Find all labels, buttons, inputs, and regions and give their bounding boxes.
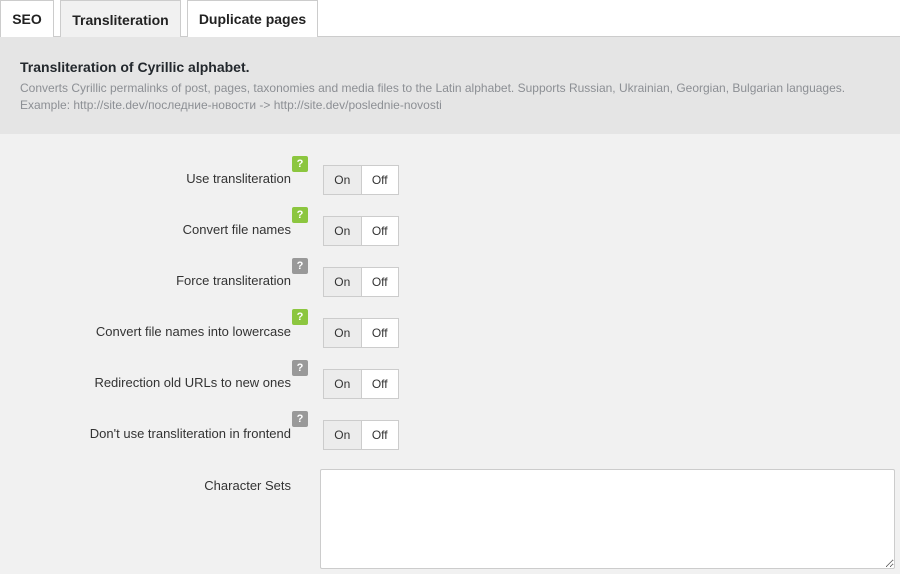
on-off-toggle[interactable]: On Off: [323, 420, 399, 450]
toggle-on-option[interactable]: On: [324, 370, 362, 398]
setting-row-force-transliteration: Force transliteration ? On Off: [0, 258, 900, 297]
setting-row-redirect-old-urls: Redirection old URLs to new ones ? On Of…: [0, 360, 900, 399]
toggle-off-option[interactable]: Off: [362, 166, 399, 194]
setting-label: Use transliteration: [186, 171, 291, 186]
help-icon[interactable]: ?: [292, 258, 308, 274]
tab-seo[interactable]: SEO: [0, 0, 54, 37]
help-icon[interactable]: ?: [292, 156, 308, 172]
tab-transliteration[interactable]: Transliteration: [60, 0, 181, 38]
setting-row-convert-file-names: Convert file names ? On Off: [0, 207, 900, 246]
tab-bar: SEO Transliteration Duplicate pages: [0, 0, 900, 38]
setting-label: Force transliteration: [176, 273, 291, 288]
toggle-on-option[interactable]: On: [324, 319, 362, 347]
toggle-on-option[interactable]: On: [324, 268, 362, 296]
toggle-on-option[interactable]: On: [324, 166, 362, 194]
section-description: Converts Cyrillic permalinks of post, pa…: [20, 81, 846, 112]
setting-row-no-frontend-transliteration: Don't use transliteration in frontend ? …: [0, 411, 900, 450]
help-icon[interactable]: ?: [292, 360, 308, 376]
help-icon[interactable]: ?: [292, 207, 308, 223]
toggle-on-option[interactable]: On: [324, 421, 362, 449]
on-off-toggle[interactable]: On Off: [323, 267, 399, 297]
section-header: Transliteration of Cyrillic alphabet. Co…: [0, 37, 900, 134]
toggle-off-option[interactable]: Off: [362, 319, 399, 347]
toggle-on-option[interactable]: On: [324, 217, 362, 245]
help-icon[interactable]: ?: [292, 309, 308, 325]
setting-row-use-transliteration: Use transliteration ? On Off: [0, 156, 900, 195]
toggle-off-option[interactable]: Off: [362, 421, 399, 449]
settings-panel: Transliteration of Cyrillic alphabet. Co…: [0, 37, 900, 574]
tab-duplicate-pages[interactable]: Duplicate pages: [187, 0, 318, 37]
on-off-toggle[interactable]: On Off: [323, 369, 399, 399]
toggle-off-option[interactable]: Off: [362, 268, 399, 296]
section-title: Transliteration of Cyrillic alphabet.: [20, 59, 250, 75]
toggle-off-option[interactable]: Off: [362, 370, 399, 398]
on-off-toggle[interactable]: On Off: [323, 318, 399, 348]
setting-label: Convert file names: [182, 222, 291, 237]
setting-label: Redirection old URLs to new ones: [94, 375, 291, 390]
on-off-toggle[interactable]: On Off: [323, 216, 399, 246]
help-icon[interactable]: ?: [292, 411, 308, 427]
character-sets-textarea[interactable]: [320, 469, 895, 569]
character-sets-label: Character Sets: [204, 478, 291, 493]
setting-label: Don't use transliteration in frontend: [89, 426, 291, 441]
on-off-toggle[interactable]: On Off: [323, 165, 399, 195]
toggle-off-option[interactable]: Off: [362, 217, 399, 245]
setting-row-lowercase-file-names: Convert file names into lowercase ? On O…: [0, 309, 900, 348]
setting-label: Convert file names into lowercase: [95, 324, 291, 339]
